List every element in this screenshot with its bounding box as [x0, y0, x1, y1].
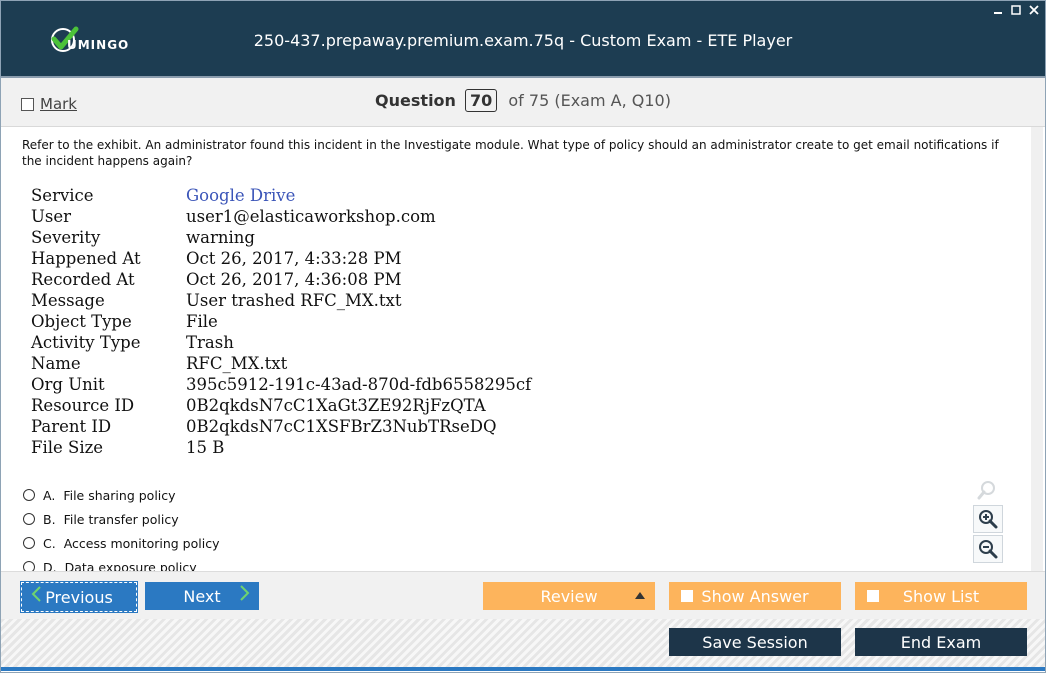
- exhibit-value: 0B2qkdsN7cC1XSFBrZ3NubTRseDQ: [186, 417, 497, 436]
- window-controls: [993, 5, 1039, 15]
- show-list-label: Show List: [902, 586, 980, 606]
- question-label: Question: [375, 91, 456, 110]
- exhibit-key: Severity: [31, 228, 101, 247]
- review-label: Review: [540, 586, 598, 606]
- exhibit-value: 0B2qkdsN7cC1XaGt3ZE92RjFzQTA: [186, 396, 486, 415]
- exhibit-value: 395c5912-191c-43ad-870d-fdb6558295cf: [186, 375, 532, 394]
- exhibit-row: Parent ID 0B2qkdsN7cC1XSFBrZ3NubTRseDQ: [31, 416, 551, 437]
- question-counter: Question 70 of 75 (Exam A, Q10): [1, 89, 1045, 112]
- end-exam-button[interactable]: End Exam: [855, 628, 1027, 656]
- exhibit-row: Object Type File: [31, 311, 551, 332]
- exhibit-row: User user1@elasticaworkshop.com: [31, 206, 551, 227]
- save-session-label: Save Session: [702, 632, 808, 652]
- question-suffix: of 75 (Exam A, Q10): [508, 91, 671, 110]
- exhibit-row: Message User trashed RFC_MX.txt: [31, 290, 551, 311]
- vertical-scrollbar[interactable]: [1031, 127, 1043, 571]
- option-letter: A.: [43, 487, 56, 503]
- chevron-right-icon: [239, 584, 251, 607]
- exhibit-key: Activity Type: [31, 333, 141, 352]
- exhibit-value: User trashed RFC_MX.txt: [186, 291, 402, 310]
- exhibit-value: RFC_MX.txt: [186, 354, 288, 373]
- exhibit-row: Happened At Oct 26, 2017, 4:33:28 PM: [31, 248, 551, 269]
- exhibit-key: Parent ID: [31, 417, 112, 436]
- exhibit-value: user1@elasticaworkshop.com: [186, 207, 436, 226]
- exhibit-key: Org Unit: [31, 375, 105, 394]
- next-button[interactable]: Next: [145, 582, 259, 610]
- checkbox-icon[interactable]: [681, 590, 693, 602]
- exhibit-value: 15 B: [186, 438, 225, 457]
- option-text: File transfer policy: [63, 511, 179, 527]
- save-session-button[interactable]: Save Session: [669, 628, 841, 656]
- caret-up-icon[interactable]: [635, 592, 645, 599]
- title-bar: UMINGO 250-437.prepaway.premium.exam.75q…: [1, 1, 1045, 76]
- answer-options: A. File sharing policy B. File transfer pol…: [23, 483, 219, 579]
- maximize-icon[interactable]: [1011, 5, 1021, 15]
- chevron-left-icon: [30, 585, 42, 608]
- exhibit-value: warning: [186, 228, 255, 247]
- option-text: File sharing policy: [63, 487, 176, 503]
- question-content: Refer to the exhibit. An administrator f…: [7, 127, 1031, 575]
- exhibit-key: User: [31, 207, 72, 226]
- exhibit-value: Oct 26, 2017, 4:33:28 PM: [186, 249, 402, 268]
- option-letter: C.: [43, 535, 56, 551]
- zoom-out-icon[interactable]: [973, 535, 1003, 563]
- exhibit-key: File Size: [31, 438, 104, 457]
- next-label: Next: [183, 586, 221, 606]
- exhibit-row: Org Unit 395c5912-191c-43ad-870d-fdb65582…: [31, 374, 551, 395]
- exhibit-row: Resource ID 0B2qkdsN7cC1XaGt3ZE92RjFzQTA: [31, 395, 551, 416]
- exhibit-value: Google Drive: [186, 186, 296, 205]
- zoom-controls: [973, 477, 1003, 565]
- window-title: 250-437.prepaway.premium.exam.75q - Cust…: [253, 31, 793, 50]
- exhibit-key: Name: [31, 354, 81, 373]
- radio-icon[interactable]: [23, 537, 35, 549]
- checkbox-icon[interactable]: [867, 590, 879, 602]
- show-list-button[interactable]: Show List: [855, 582, 1027, 610]
- exhibit-key: Resource ID: [31, 396, 135, 415]
- answer-option[interactable]: A. File sharing policy: [23, 483, 219, 507]
- question-number-box[interactable]: 70: [465, 89, 498, 112]
- session-bar: Save Session End Exam: [1, 619, 1045, 667]
- navigation-bar: Previous Next Review Show Answer Show Li…: [1, 571, 1045, 620]
- previous-button[interactable]: Previous: [20, 581, 138, 613]
- zoom-in-icon[interactable]: [973, 505, 1003, 533]
- show-answer-label: Show Answer: [701, 586, 809, 606]
- exhibit-value: Oct 26, 2017, 4:36:08 PM: [186, 270, 402, 289]
- exhibit-row: Service Google Drive: [31, 185, 551, 206]
- exhibit-value: File: [186, 312, 218, 331]
- question-text: Refer to the exhibit. An administrator f…: [22, 138, 999, 168]
- exhibit-row: File Size 15 B: [31, 437, 551, 458]
- zoom-reset-icon[interactable]: [973, 477, 1001, 503]
- exhibit-row: Severity warning: [31, 227, 551, 248]
- exhibit-key: Happened At: [31, 249, 141, 268]
- previous-label: Previous: [45, 587, 113, 607]
- exhibit-row: Recorded At Oct 26, 2017, 4:36:08 PM: [31, 269, 551, 290]
- bottom-accent-line: [1, 667, 1045, 671]
- answer-option[interactable]: B. File transfer policy: [23, 507, 219, 531]
- app-window: UMINGO 250-437.prepaway.premium.exam.75q…: [0, 0, 1046, 673]
- show-answer-button[interactable]: Show Answer: [669, 582, 841, 610]
- exhibit-table: Service Google Drive User user1@elasticawor…: [31, 185, 551, 458]
- option-text: Access monitoring policy: [63, 535, 220, 551]
- question-header: Mark Question 70 of 75 (Exam A, Q10): [1, 78, 1045, 127]
- minimize-icon[interactable]: [993, 5, 1003, 15]
- exhibit-row: Name RFC_MX.txt: [31, 353, 551, 374]
- close-icon[interactable]: [1029, 5, 1039, 15]
- exhibit-key: Object Type: [31, 312, 132, 331]
- exhibit-value: Trash: [186, 333, 234, 352]
- exhibit-key: Message: [31, 291, 105, 310]
- exhibit-row: Activity Type Trash: [31, 332, 551, 353]
- radio-icon[interactable]: [23, 513, 35, 525]
- option-letter: B.: [43, 511, 56, 527]
- answer-option[interactable]: C. Access monitoring policy: [23, 531, 219, 555]
- exhibit-key: Service: [31, 186, 94, 205]
- review-button[interactable]: Review: [483, 582, 655, 610]
- exhibit-key: Recorded At: [31, 270, 135, 289]
- radio-icon[interactable]: [23, 489, 35, 501]
- end-exam-label: End Exam: [900, 632, 982, 652]
